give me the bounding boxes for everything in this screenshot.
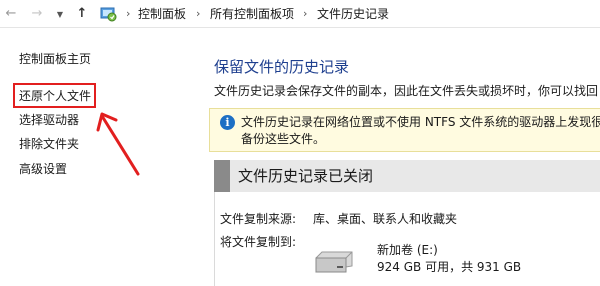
- nav-control-panel-home[interactable]: 控制面板主页: [19, 50, 91, 68]
- forward-arrow-icon[interactable]: →: [30, 6, 44, 22]
- red-arrow-icon: [96, 112, 140, 176]
- copy-to-label: 将文件复制到:: [220, 235, 297, 249]
- up-arrow-icon[interactable]: ↑: [75, 6, 89, 22]
- drive-space: 924 GB 可用，共 931 GB: [377, 260, 522, 274]
- copy-from-label: 文件复制来源:: [220, 212, 297, 226]
- control-panel-icon: [100, 7, 117, 22]
- nav-advanced-settings[interactable]: 高级设置: [19, 160, 67, 178]
- breadcrumb-all-items[interactable]: 所有控制面板项: [210, 6, 294, 22]
- highlight-box: [13, 83, 96, 108]
- status-header: 文件历史记录已关闭: [214, 160, 600, 192]
- status-text: 文件历史记录已关闭: [238, 167, 374, 185]
- info-text-line-1: 文件历史记录在网络位置或不使用 NTFS 文件系统的驱动器上发现很: [241, 115, 600, 129]
- breadcrumb-separator-icon: ›: [126, 7, 131, 20]
- breadcrumb-separator-icon: ›: [196, 7, 201, 20]
- nav-exclude-folders[interactable]: 排除文件夹: [19, 135, 79, 153]
- drive-icon: [315, 251, 353, 273]
- back-arrow-icon[interactable]: ←: [4, 6, 18, 22]
- status-panel-border: [214, 192, 215, 286]
- address-bar: ← → ▼ ↑ › 控制面板 › 所有控制面板项 › 文件历史记录: [0, 0, 600, 28]
- drive-name: 新加卷 (E:): [377, 243, 438, 257]
- recent-locations-chevron-icon[interactable]: ▼: [55, 7, 65, 23]
- status-color-block: [214, 160, 230, 192]
- info-icon: i: [220, 115, 235, 130]
- breadcrumb-file-history[interactable]: 文件历史记录: [317, 6, 389, 22]
- copy-from-value: 库、桌面、联系人和收藏夹: [313, 212, 458, 226]
- info-banner: i 文件历史记录在网络位置或不使用 NTFS 文件系统的驱动器上发现很 备份这些…: [209, 108, 600, 152]
- breadcrumb-control-panel[interactable]: 控制面板: [138, 6, 186, 22]
- info-text-line-2: 备份这些文件。: [241, 132, 326, 146]
- nav-select-drive[interactable]: 选择驱动器: [19, 111, 79, 129]
- page-title: 保留文件的历史记录: [214, 58, 350, 76]
- page-description: 文件历史记录会保存文件的副本，因此在文件丢失或损坏时，你可以找回: [214, 84, 599, 98]
- breadcrumb-separator-icon: ›: [303, 7, 308, 20]
